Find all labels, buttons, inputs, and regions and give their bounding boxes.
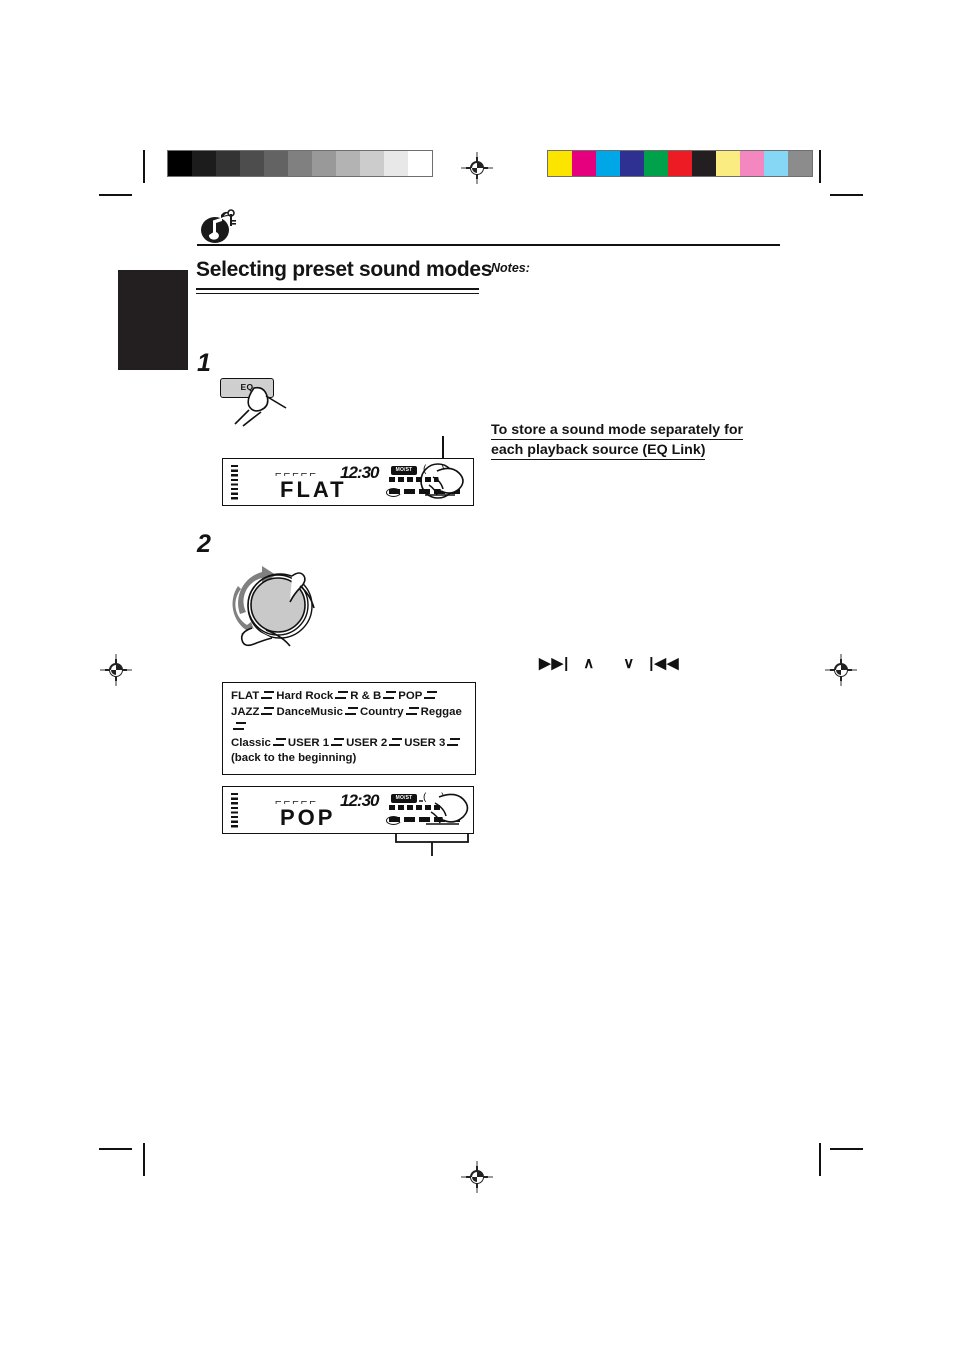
up-arrow-icon: ∧ bbox=[583, 655, 596, 672]
sound-mode-sequence-box: FLAT Hard Rock R & B POP JAZZ DanceMusic Coun… bbox=[222, 682, 476, 775]
cycle-arrow-icon bbox=[335, 691, 349, 700]
mode-list-line-3: Classic USER 1 USER 2 USER 3 bbox=[231, 736, 467, 752]
color-swatch-0 bbox=[548, 151, 572, 176]
mode-list-line-1: FLAT Hard Rock R & B POP bbox=[231, 689, 467, 705]
mode-country: Country bbox=[359, 705, 404, 718]
grayscale-swatch-10 bbox=[408, 151, 432, 176]
cycle-arrow-icon bbox=[331, 737, 345, 747]
color-swatch-8 bbox=[740, 151, 764, 176]
title-underline-thick bbox=[196, 288, 479, 291]
cycle-arrow-icon bbox=[344, 706, 358, 716]
mode-user-1: USER 1 bbox=[287, 736, 330, 749]
mode-pop: POP bbox=[398, 690, 423, 702]
color-swatch-7 bbox=[716, 151, 740, 176]
music-note-icon bbox=[199, 208, 245, 244]
eq-link-heading-line-1: To store a sound mode separately for bbox=[491, 422, 744, 440]
color-swatch-1 bbox=[572, 151, 596, 176]
grayscale-swatch-6 bbox=[312, 151, 336, 176]
color-swatch-5 bbox=[668, 151, 692, 176]
grayscale-swatch-7 bbox=[336, 151, 360, 176]
lcd-display-flat: ⌐⌐⌐⌐⌐ 12:30 MO/ST ( ) FLAT bbox=[222, 458, 474, 506]
mode-list-footer: (back to the beginning) bbox=[231, 752, 357, 764]
cycle-arrow-icon bbox=[261, 706, 275, 716]
grayscale-calibration-bar bbox=[167, 150, 433, 177]
grayscale-swatch-2 bbox=[216, 151, 240, 176]
grayscale-swatch-1 bbox=[192, 151, 216, 176]
step-number-1: 1 bbox=[197, 349, 211, 377]
callout-bracket-display-2 bbox=[394, 832, 470, 858]
grayscale-swatch-8 bbox=[360, 151, 384, 176]
mode-dancemusic: DanceMusic bbox=[276, 705, 343, 718]
mode-classic: Classic bbox=[231, 736, 271, 749]
cycle-arrow-icon bbox=[389, 737, 403, 747]
registration-mark-left bbox=[100, 654, 132, 686]
crop-mark-top-left-horizontal bbox=[99, 194, 132, 196]
crop-mark-top-left-vertical bbox=[143, 150, 145, 183]
step-number-2: 2 bbox=[197, 530, 211, 558]
cycle-arrow-icon bbox=[233, 722, 246, 731]
color-swatch-2 bbox=[596, 151, 620, 176]
grayscale-swatch-9 bbox=[384, 151, 408, 176]
down-arrow-icon: ∨ bbox=[623, 655, 636, 672]
previous-track-icon: |◀◀ bbox=[649, 655, 680, 672]
color-swatch-6 bbox=[692, 151, 716, 176]
page-title: Selecting preset sound modes bbox=[196, 258, 493, 281]
color-swatch-3 bbox=[620, 151, 644, 176]
cycle-arrow-icon bbox=[447, 737, 461, 747]
rotary-dial-illustration bbox=[222, 552, 342, 662]
registration-mark-top bbox=[461, 152, 493, 184]
grayscale-swatch-4 bbox=[264, 151, 288, 176]
mode-r-and-b: R & B bbox=[350, 690, 382, 702]
color-swatch-4 bbox=[644, 151, 668, 176]
crop-mark-top-right-horizontal bbox=[830, 194, 863, 196]
color-swatch-10 bbox=[788, 151, 812, 176]
cycle-arrow-icon bbox=[272, 737, 286, 747]
mode-reggae: Reggae bbox=[420, 705, 462, 718]
grayscale-swatch-5 bbox=[288, 151, 312, 176]
next-track-icon: ▶▶| bbox=[539, 655, 570, 672]
notes-label: Notes: bbox=[491, 261, 530, 275]
mode-user-3: USER 3 bbox=[404, 736, 446, 749]
mode-flat: FLAT bbox=[231, 690, 260, 702]
lcd-display-pop: ⌐⌐⌐⌐⌐ 12:30 MO/ST ( ) POP bbox=[222, 786, 474, 834]
navigation-glyph-row: ▶▶| ∧ ∨ |◀◀ bbox=[539, 654, 680, 672]
eq-link-section-heading: To store a sound mode separately for eac… bbox=[491, 420, 779, 460]
color-calibration-bar bbox=[547, 150, 813, 177]
cycle-arrow-icon bbox=[383, 691, 397, 700]
eq-button-illustration: EQ bbox=[220, 374, 330, 432]
title-underline-thin bbox=[196, 293, 479, 295]
grayscale-swatch-0 bbox=[168, 151, 192, 176]
crop-mark-top-right-vertical bbox=[819, 150, 821, 183]
cycle-arrow-icon bbox=[424, 691, 438, 700]
color-swatch-9 bbox=[764, 151, 788, 176]
chapter-index-tab bbox=[118, 270, 188, 370]
crop-mark-bottom-right-vertical bbox=[819, 1143, 821, 1176]
mode-hard-rock: Hard Rock bbox=[276, 690, 334, 702]
eq-link-heading-line-2: each playback source (EQ Link) bbox=[491, 442, 706, 460]
grayscale-swatch-3 bbox=[240, 151, 264, 176]
crop-mark-bottom-right-horizontal bbox=[830, 1148, 863, 1150]
mode-list-line-2: JAZZ DanceMusic Country Reggae bbox=[231, 705, 467, 736]
cycle-arrow-icon bbox=[405, 706, 419, 716]
mode-user-2: USER 2 bbox=[346, 736, 388, 749]
cycle-arrow-icon bbox=[261, 691, 275, 700]
registration-mark-bottom bbox=[461, 1161, 493, 1193]
crop-mark-bottom-left-vertical bbox=[143, 1143, 145, 1176]
mode-jazz: JAZZ bbox=[231, 705, 260, 718]
crop-mark-bottom-left-horizontal bbox=[99, 1148, 132, 1150]
registration-mark-right bbox=[825, 654, 857, 686]
header-divider bbox=[197, 244, 780, 246]
